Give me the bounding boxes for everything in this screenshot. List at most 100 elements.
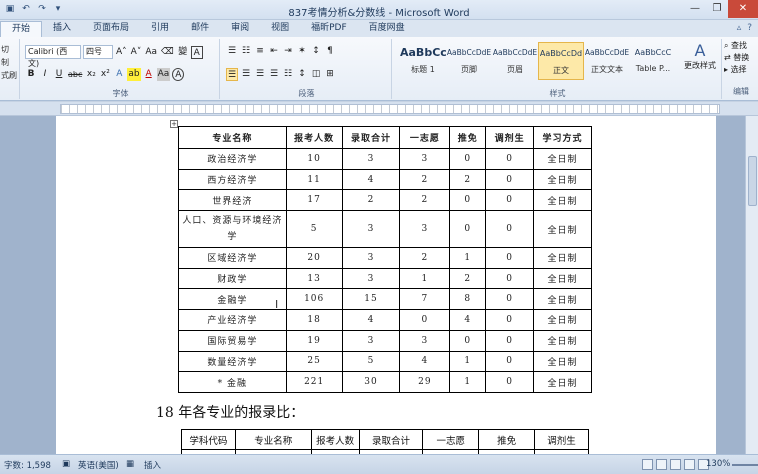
highlight-icon[interactable]: ab <box>127 68 141 81</box>
ratio-table[interactable]: 学科代码 专业名称 报考人数 录取合计 一志愿 推免 调剂生 <box>181 429 589 454</box>
style-normal[interactable]: AaBbCcDd 正文 <box>538 42 584 80</box>
header-cell: 报考人数 <box>285 126 343 149</box>
full-screen-reading-icon[interactable] <box>656 459 667 470</box>
tab-mailings[interactable]: 邮件 <box>180 21 220 37</box>
outline-icon[interactable] <box>684 459 695 470</box>
italic-button[interactable]: I <box>39 68 51 81</box>
help-icon[interactable]: ? <box>747 23 752 33</box>
tab-page-layout[interactable]: 页面布局 <box>82 21 140 37</box>
vertical-scrollbar[interactable] <box>745 116 758 454</box>
find-button[interactable]: ⌕ 查找 <box>724 40 758 52</box>
text-effects-icon[interactable]: A <box>113 68 125 81</box>
maximize-button[interactable]: ❐ <box>706 0 728 18</box>
bold-button[interactable]: B <box>25 68 37 81</box>
table-row: 政治经济学 10 3 3 0 0 全日制 <box>178 148 592 170</box>
select-button[interactable]: ▸ 选择 <box>724 64 758 76</box>
asian-layout-icon[interactable]: ✶ <box>296 45 308 58</box>
underline-button[interactable]: U <box>53 68 65 81</box>
style-name: Table P... <box>635 64 671 73</box>
subscript-button[interactable]: x₂ <box>85 68 97 81</box>
strikethrough-button[interactable]: abc <box>67 68 83 81</box>
horizontal-ruler[interactable] <box>0 102 758 116</box>
char-shading-icon[interactable]: Aa <box>156 68 171 81</box>
format-painter-button[interactable]: 式刷 <box>1 69 17 82</box>
font-name-combo[interactable]: Calibri (西文) <box>25 45 81 68</box>
shading-icon[interactable]: ◫ <box>310 68 322 81</box>
select-label: 选择 <box>730 65 747 74</box>
tab-foxit-pdf[interactable]: 福昕PDF <box>300 21 358 37</box>
align-left-icon[interactable]: ☰ <box>226 68 239 81</box>
phonetic-guide-icon[interactable]: 變 <box>177 46 189 59</box>
shrink-font-button[interactable]: A˅ <box>130 46 143 59</box>
grow-font-button[interactable]: A˄ <box>115 46 128 59</box>
header-cell: 学习方式 <box>533 126 592 149</box>
decrease-indent-icon[interactable]: ⇤ <box>268 45 280 58</box>
table-header-row: 学科代码 专业名称 报考人数 录取合计 一志愿 推免 调剂生 <box>181 429 589 450</box>
change-case-button[interactable]: Aa <box>144 46 158 59</box>
distributed-icon[interactable]: ☷ <box>282 68 294 81</box>
sort-icon[interactable]: ↕ <box>310 45 322 58</box>
align-right-icon[interactable]: ☰ <box>254 68 266 81</box>
style-header[interactable]: AaBbCcDdE 页眉 <box>492 42 538 80</box>
zoom-slider[interactable] <box>732 464 758 466</box>
tab-references[interactable]: 引用 <box>140 21 180 37</box>
close-button[interactable]: ✕ <box>728 0 758 18</box>
table-cell: 3 <box>399 329 451 352</box>
minimize-button[interactable]: — <box>684 0 706 18</box>
multilevel-list-icon[interactable]: ≡ <box>254 45 266 58</box>
admission-table[interactable]: 专业名称 报考人数 录取合计 一志愿 推免 调剂生 学习方式 政治经济学 10 3 3… <box>178 126 592 393</box>
increase-indent-icon[interactable]: ⇥ <box>282 45 294 58</box>
change-styles-button[interactable]: A 更改样式 <box>682 41 718 71</box>
cut-button[interactable]: 切 <box>1 43 17 56</box>
scrollbar-thumb[interactable] <box>748 156 757 206</box>
zoom-level[interactable]: 130% <box>706 459 730 469</box>
table-cell: 3 <box>341 267 401 290</box>
change-styles-icon: A <box>694 41 706 60</box>
table-cell: 财政学 <box>178 267 287 290</box>
tab-insert[interactable]: 插入 <box>42 21 82 37</box>
language-indicator[interactable]: 英语(美国) <box>78 459 119 471</box>
style-footer[interactable]: AaBbCcDdE 页脚 <box>446 42 492 80</box>
replace-icon: ⇄ <box>724 53 731 62</box>
style-heading1[interactable]: AaBbCc 标题 1 <box>400 42 447 80</box>
insert-mode[interactable]: 插入 <box>144 459 161 471</box>
macro-icon[interactable]: ▦ <box>126 459 134 469</box>
web-layout-icon[interactable] <box>670 459 681 470</box>
tab-baidu-netdisk[interactable]: 百度网盘 <box>358 21 416 37</box>
borders-icon[interactable]: ⊞ <box>324 68 336 81</box>
document-area[interactable]: + 专业名称 报考人数 录取合计 一志愿 推免 调剂生 学习方式 政治经济学 1… <box>0 116 745 454</box>
table-cell: 0 <box>485 267 535 290</box>
tab-view[interactable]: 视图 <box>260 21 300 37</box>
proofing-icon[interactable]: ▣ <box>62 459 70 469</box>
clear-format-icon[interactable]: ⌫ <box>160 46 175 59</box>
table-cell: 15 <box>341 288 401 311</box>
paragraph-group-label: 段落 <box>298 89 315 98</box>
show-marks-icon[interactable]: ¶ <box>324 45 336 58</box>
numbering-icon[interactable]: ☷ <box>240 45 252 58</box>
view-buttons <box>642 459 709 470</box>
bullets-icon[interactable]: ☰ <box>226 45 238 58</box>
tab-home[interactable]: 开始 <box>0 21 43 37</box>
word-count[interactable]: 字数: 1,598 <box>4 459 51 471</box>
copy-button[interactable]: 制 <box>1 56 17 69</box>
align-center-icon[interactable]: ☰ <box>240 68 252 81</box>
style-table-paragraph[interactable]: AaBbCcC Table P... <box>630 42 676 80</box>
justify-icon[interactable]: ☰ <box>268 68 280 81</box>
line-spacing-icon[interactable]: ↕ <box>296 68 308 81</box>
print-layout-icon[interactable] <box>642 459 653 470</box>
tab-review[interactable]: 审阅 <box>220 21 260 37</box>
minimize-ribbon-icon[interactable]: ▵ <box>737 23 742 33</box>
enclose-char-icon[interactable]: A <box>172 68 185 81</box>
table-row: 区域经济学 20 3 2 1 0 全日制 <box>178 247 592 269</box>
superscript-button[interactable]: x² <box>99 68 111 81</box>
replace-button[interactable]: ⇄ 替换 <box>724 52 758 64</box>
font-size-combo[interactable]: 四号 <box>83 45 113 59</box>
table-move-handle[interactable]: + <box>170 120 178 128</box>
table-cell: 区域经济学 <box>178 247 287 269</box>
table-cell: 全日制 <box>533 288 592 311</box>
window-title: 837考情分析&分数线 - Microsoft Word <box>288 8 470 19</box>
style-body-text[interactable]: AaBbCcDdE 正文文本 <box>584 42 630 80</box>
char-border-icon[interactable]: A <box>190 45 203 59</box>
document-page[interactable]: + 专业名称 报考人数 录取合计 一志愿 推免 调剂生 学习方式 政治经济学 1… <box>56 116 716 454</box>
font-color-icon[interactable]: A <box>143 68 155 81</box>
